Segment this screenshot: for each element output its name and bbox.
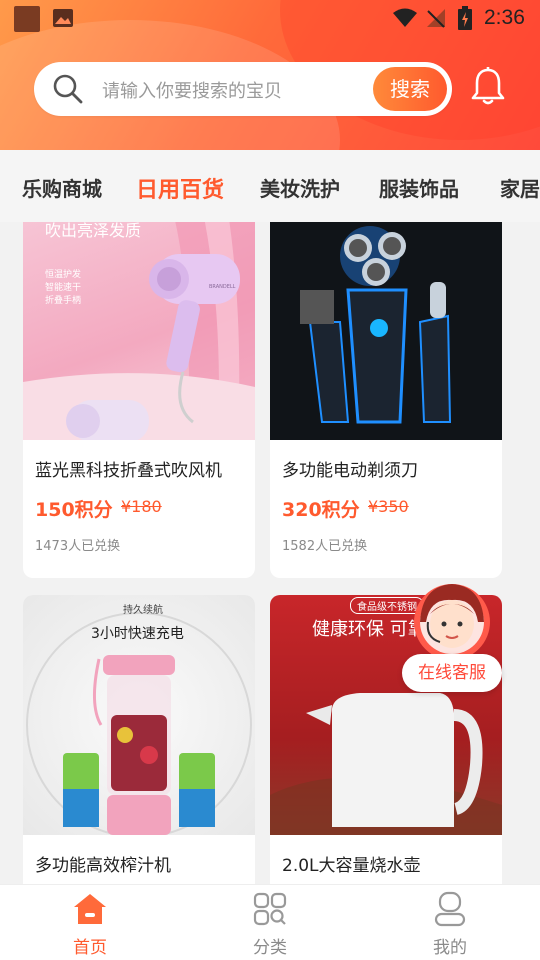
- product-original-price: ¥180: [121, 497, 162, 516]
- product-image-shaver: [270, 222, 502, 440]
- nav-home-label: 首页: [73, 938, 107, 958]
- tab-home[interactable]: 家居: [500, 173, 540, 202]
- product-price: 320积分: [282, 499, 360, 521]
- nav-home[interactable]: 首页: [0, 885, 180, 960]
- search-button[interactable]: 搜索: [373, 67, 447, 111]
- product-title: 多功能高效榨汁机: [35, 856, 171, 876]
- hair-dryer-feature: 恒温护发: [45, 270, 82, 280]
- product-card[interactable]: 多功能电动剃须刀 320积分 ¥350 1582人已兑换: [270, 222, 502, 578]
- online-service-label: 在线客服: [402, 654, 502, 692]
- nav-category-label: 分类: [253, 938, 287, 958]
- clock: 2:36: [484, 6, 525, 29]
- product-title: 2.0L大容量烧水壶: [282, 856, 421, 876]
- tab-lego-mall[interactable]: 乐购商城: [22, 173, 102, 202]
- nav-profile-label: 我的: [433, 938, 467, 958]
- product-title: 蓝光黑科技折叠式吹风机: [35, 461, 222, 481]
- search-input[interactable]: 请输入你要搜索的宝贝 搜索: [34, 62, 452, 116]
- product-card[interactable]: 吹出亮泽发质 恒温护发 智能速干 折叠手柄 BRANDELL 蓝光黑科技折叠式吹…: [23, 222, 255, 578]
- signal-icon: [427, 9, 445, 28]
- hair-dryer-feature: 折叠手柄: [45, 296, 82, 306]
- juicer-top-text: 持久续航: [123, 605, 163, 616]
- search-icon: [53, 74, 83, 104]
- bottom-nav: 首页 分类 我的: [0, 884, 540, 960]
- nav-category[interactable]: 分类: [180, 885, 360, 960]
- category-tabs: 乐购商城 日用百货 美妆洗护 服装饰品 家居: [0, 150, 540, 222]
- product-original-price: ¥350: [368, 497, 409, 516]
- search-placeholder: 请输入你要搜索的宝贝: [102, 81, 282, 102]
- battery-icon: [458, 6, 472, 30]
- hair-dryer-feature: 智能速干: [45, 283, 82, 293]
- product-card[interactable]: 持久续航 3小时快速充电 多功能高效榨汁机: [23, 595, 255, 884]
- product-image-hair-dryer: 吹出亮泽发质 恒温护发 智能速干 折叠手柄 BRANDELL: [23, 222, 255, 440]
- hair-dryer-tagline: 吹出亮泽发质: [45, 222, 142, 240]
- profile-icon: [434, 891, 466, 927]
- nav-profile[interactable]: 我的: [360, 885, 540, 960]
- status-bar: 2:36: [0, 0, 540, 36]
- online-service-button[interactable]: 在线客服: [400, 576, 504, 694]
- wifi-icon: [393, 8, 417, 27]
- product-grid: 吹出亮泽发质 恒温护发 智能速干 折叠手柄 BRANDELL 蓝光黑科技折叠式吹…: [0, 222, 540, 884]
- product-image-juicer: 持久续航 3小时快速充电: [23, 595, 255, 835]
- service-avatar-icon: [414, 584, 490, 660]
- product-sold-count: 1582人已兑换: [282, 539, 368, 554]
- app-notification-icon: [14, 6, 40, 32]
- product-sold-count: 1473人已兑换: [35, 539, 121, 554]
- product-title: 多功能电动剃须刀: [282, 461, 418, 481]
- image-icon: [53, 9, 73, 27]
- tab-daily-goods[interactable]: 日用百货: [136, 172, 224, 204]
- juicer-tagline: 3小时快速充电: [91, 626, 184, 642]
- hair-dryer-brand: BRANDELL: [209, 284, 236, 290]
- category-icon: [253, 892, 287, 926]
- home-icon: [74, 894, 106, 924]
- tab-apparel[interactable]: 服装饰品: [379, 173, 459, 202]
- product-price: 150积分: [35, 499, 113, 521]
- tab-beauty[interactable]: 美妆洗护: [260, 173, 340, 202]
- bell-icon[interactable]: [470, 66, 506, 106]
